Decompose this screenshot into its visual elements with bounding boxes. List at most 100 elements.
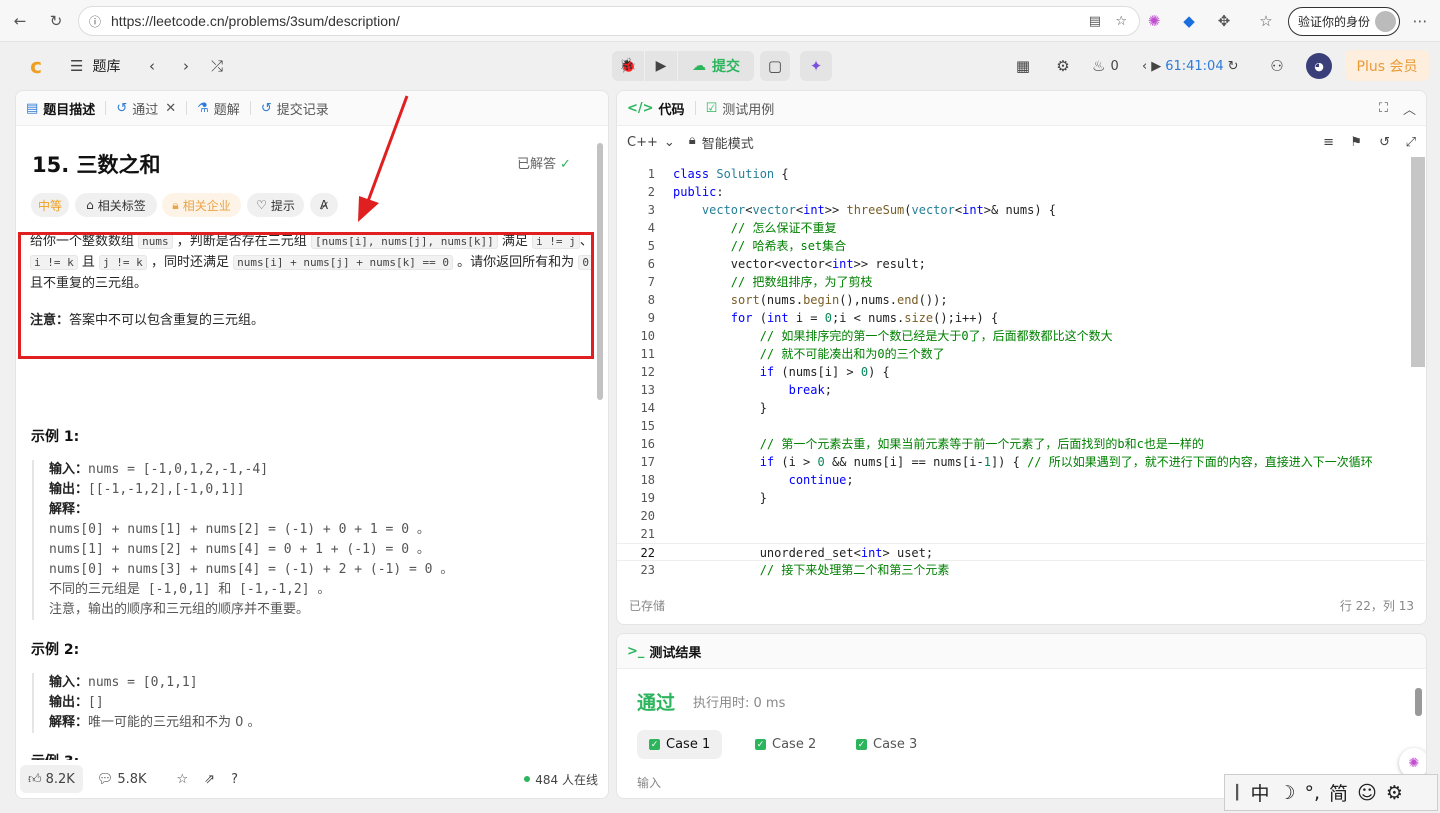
smart-mode-toggle[interactable]: 🔒︎ 智能模式 [689,133,754,152]
problem-bank-button[interactable]: ☰ 题库 [70,51,120,81]
more-icon[interactable]: ⋯ [1409,10,1431,32]
tab-testcase[interactable]: ☑ 测试用例 [696,91,785,126]
explanation-label: 解释： [49,715,89,730]
result-tabs: >_ 测试结果 [617,634,1426,669]
back-icon[interactable]: ← [9,10,31,32]
favorite-star-icon[interactable]: ☆ [1115,14,1127,29]
code-line: 7 // 把数组排序，为了剪枝 [647,275,873,289]
case-label: Case 2 [772,737,817,752]
translate-icon[interactable]: A̷ [310,193,338,217]
scrollbar[interactable] [1411,157,1425,367]
problem-panel: ▤ 题目描述 ↺ 通过 ✕ ⚗ 题解 ↺ 提交记录 15. 三数之和 已解答 ✓ 中等 ⌂ 相… [15,90,609,799]
comment-count: 5.8K [117,771,147,787]
notes-icon[interactable]: ▢ [760,51,790,81]
reader-icon[interactable]: ▤ [1089,14,1101,29]
share-icon[interactable]: ⇗ [196,765,223,793]
code-line: 11 // 就不可能凑出和为0的三个数了 [640,347,945,361]
fullscreen-icon[interactable]: ⤢ [1406,135,1416,150]
scrollbar[interactable] [597,143,603,400]
url-text[interactable]: https://leetcode.cn/problems/3sum/descri… [111,13,400,29]
extensions-puzzle-icon[interactable]: ✥ [1213,10,1235,32]
case-tab-2[interactable]: ✓ Case 2 [743,730,828,759]
tab-description[interactable]: ▤ 题目描述 [16,91,105,126]
close-icon[interactable]: ✕ [165,101,176,116]
problem-footer: 👍︎ 8.2K 💬︎ 5.8K ☆ ⇗ ? 484 人在线 [16,760,608,798]
user-avatar[interactable]: ◕ [1306,53,1332,79]
add-friend-icon[interactable]: ⚇ [1266,51,1288,81]
format-icon[interactable]: ≡ [1323,135,1334,150]
settings-gear-icon[interactable]: ⚙ [1386,782,1403,804]
verify-identity-button[interactable]: 验证你的身份 [1288,7,1400,36]
favorites-icon[interactable]: ☆ [1255,10,1277,32]
case-tab-1[interactable]: ✓ Case 1 [637,730,723,759]
code-editor-panel: </> 代码 ☑ 测试用例 ⛶ ︿ C++ ⌄ 🔒︎ 智能模式 ≡ ⚑ ↺ ⤢ 1 cla… [616,90,1427,625]
related-companies-button[interactable]: 🔒︎ 相关企业 [162,193,241,217]
run-icon[interactable]: ▶ [645,51,677,81]
online-dot [524,776,531,782]
ime-punctuation[interactable]: °, [1305,782,1321,804]
hint-button[interactable]: ♡ 提示 [247,193,304,217]
language-select[interactable]: C++ ⌄ [627,135,675,150]
ime-simplified[interactable]: 简 [1329,779,1348,806]
document-icon: ▤ [26,100,39,116]
copilot-icon[interactable]: ✺ [1143,10,1165,32]
comment-icon: 💬︎ [96,771,114,787]
solved-label: 已解答 [517,157,557,172]
favorite-star-icon[interactable]: ☆ [169,765,197,793]
tab-submissions[interactable]: ↺ 提交记录 [251,91,339,126]
settings-gear-icon[interactable]: ⚙ [1052,51,1074,81]
debug-icon[interactable]: 🐞 [612,51,644,81]
code-line: 3 vector<vector<int>> threeSum(vector<in… [647,203,1057,217]
random-problem-icon[interactable]: ⤮ [206,51,228,81]
fire-icon: ♨ [1092,57,1106,75]
code-line: 17 if (i > 0 && nums[i] == nums[i-1]) { … [640,455,1373,469]
submit-button[interactable]: ☁ 提交 [678,51,754,81]
maximize-icon[interactable]: ⛶ [1379,101,1388,116]
like-button[interactable]: 👍︎ 8.2K [20,765,83,793]
annotation-arrow [358,95,409,222]
extension-icon[interactable]: ◆ [1178,10,1200,32]
address-bar[interactable]: ⓘ https://leetcode.cn/problems/3sum/desc… [78,6,1140,36]
chevron-left-icon: ‹ [1142,58,1148,74]
case-tab-3[interactable]: ✓ Case 3 [844,730,929,759]
streak-counter[interactable]: ♨ 0 [1092,51,1119,81]
related-tags-button[interactable]: ⌂ 相关标签 [75,193,157,217]
next-problem-icon[interactable]: › [176,51,196,81]
comments-button[interactable]: 💬︎ 5.8K [89,765,155,793]
reset-code-icon[interactable]: ↺ [1379,135,1390,150]
code-area[interactable]: 1 class Solution { 2 public: 3 vector<vect… [617,165,1425,583]
scrollbar[interactable] [1415,688,1422,716]
ime-language[interactable]: 中 [1250,779,1269,806]
moon-icon[interactable]: ☽ [1278,782,1295,804]
save-status: 已存储 [629,599,666,613]
explanation-line: nums[1] + nums[2] + nums[4] = 0 + 1 + (-… [49,542,430,557]
ime-handle[interactable]: ┃ [1233,785,1241,801]
site-info-icon[interactable]: ⓘ [89,13,101,30]
code-line: 9 for (int i = 0;i < nums.size();i++) { [647,311,999,325]
timer[interactable]: ‹ ▶ 61:41:04 ↻ [1142,51,1239,81]
tab-solutions[interactable]: ⚗ 题解 [187,91,250,126]
code-line: 12 if (nums[i] > 0) { [640,365,890,379]
layout-icon[interactable]: ▦ [1012,51,1034,81]
refresh-icon[interactable]: ↻ [45,10,67,32]
difficulty-badge[interactable]: 中等 [31,193,69,217]
tab-accepted[interactable]: ↺ 通过 ✕ [106,91,186,126]
tab-label: 题解 [213,102,240,118]
prev-problem-icon[interactable]: ‹ [142,51,162,81]
leetcode-logo[interactable]: ⅽ [24,51,48,81]
plus-member-button[interactable]: Plus 会员 [1345,50,1429,81]
help-icon[interactable]: ? [223,765,246,793]
bookmark-icon[interactable]: ⚑ [1350,135,1362,150]
tab-code[interactable]: </> 代码 [617,91,695,126]
collapse-icon[interactable]: ︿ [1403,99,1416,118]
example-explanation: 唯一可能的三元组和不为 0 。 [88,715,261,730]
mode-label: 智能模式 [701,136,754,152]
ai-assistant-icon[interactable]: ✦ [800,51,832,81]
check-icon: ✓ [649,739,660,750]
input-label: 输入： [49,462,89,477]
example-2-heading: 示例 2: [31,642,80,658]
emoji-icon[interactable]: ☺ [1357,782,1377,804]
explanation-line: 注意，输出的顺序和三元组的顺序并不重要。 [49,602,310,617]
code-line: 16 // 第一个元素去重，如果当前元素等于前一个元素了，后面找到的b和c也是一… [640,437,1204,451]
tab-test-result[interactable]: >_ 测试结果 [617,634,711,669]
